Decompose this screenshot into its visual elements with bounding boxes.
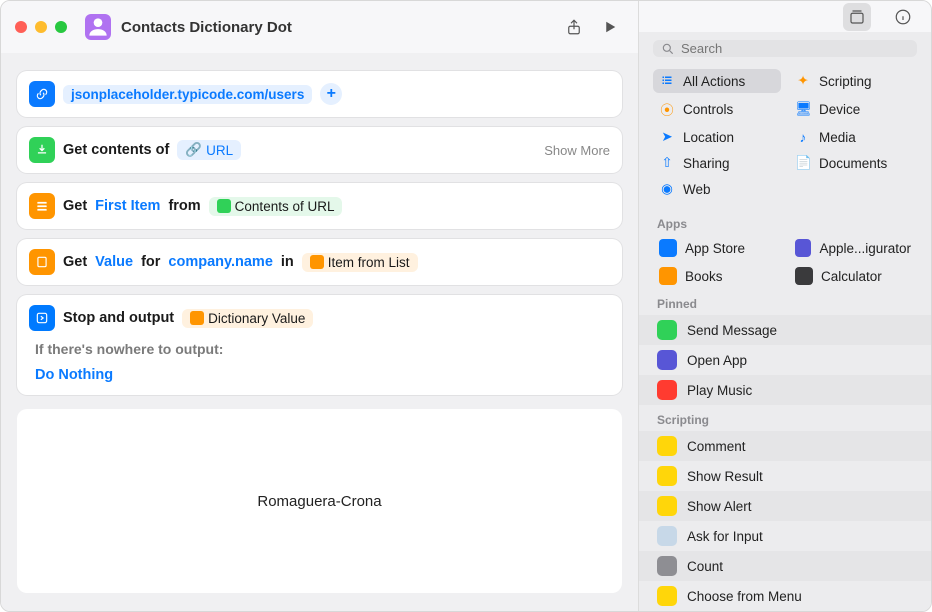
window-controls — [15, 21, 67, 33]
download-icon — [29, 137, 55, 163]
app-app-store[interactable]: App Store — [653, 235, 781, 261]
action-icon — [657, 380, 677, 400]
scripting-item-count[interactable]: Count — [639, 551, 931, 581]
scripting-item-ask-for-input[interactable]: Ask for Input — [639, 521, 931, 551]
get-item-source-token[interactable]: Contents of URL — [209, 197, 343, 216]
scripting-item-comment[interactable]: Comment — [639, 431, 931, 461]
info-button[interactable] — [889, 3, 917, 31]
get-value-key[interactable]: company.name — [168, 254, 273, 270]
action-icon — [657, 526, 677, 546]
shortcut-title: Contacts Dictionary Dot — [121, 19, 292, 36]
url-field[interactable]: jsonplaceholder.typicode.com/users — [63, 85, 312, 104]
workflow-canvas: jsonplaceholder.typicode.com/users + Get… — [1, 53, 638, 611]
action-icon — [657, 436, 677, 456]
get-contents-action-card[interactable]: Get contents of 🔗 URL Show More — [17, 127, 622, 173]
scripting-item-show-result[interactable]: Show Result — [639, 461, 931, 491]
scripting-item-choose-from-menu[interactable]: Choose from Menu — [639, 581, 931, 611]
wand-icon: ✦ — [795, 73, 811, 89]
app-books[interactable]: Books — [653, 263, 781, 289]
output-icon — [29, 305, 55, 331]
pinned-section-header: Pinned — [639, 289, 931, 315]
action-icon — [657, 466, 677, 486]
stop-output-action-card[interactable]: Stop and output Dictionary Value If ther… — [17, 295, 622, 395]
get-value-source-token[interactable]: Item from List — [302, 253, 418, 272]
app-icon — [659, 267, 677, 285]
category-documents[interactable]: 📄Documents — [789, 151, 917, 175]
get-item-action-card[interactable]: Get First Item from Contents of URL — [17, 183, 622, 229]
apps-section-header: Apps — [639, 209, 931, 235]
app-apple-igurator[interactable]: Apple...igurator — [789, 235, 917, 261]
get-value-get: Get — [63, 254, 87, 270]
pinned-item-play-music[interactable]: Play Music — [639, 375, 931, 405]
close-window-button[interactable] — [15, 21, 27, 33]
get-contents-token[interactable]: 🔗 URL — [177, 140, 241, 160]
share-icon: ⇧ — [659, 155, 675, 171]
app-icon — [795, 239, 811, 257]
shortcut-app-icon — [85, 14, 111, 40]
category-media[interactable]: ♪Media — [789, 125, 917, 149]
get-item-from: from — [168, 198, 200, 214]
show-more-button[interactable]: Show More — [544, 143, 610, 158]
switch-icon: ⦿ — [659, 99, 675, 119]
doc-icon: 📄 — [795, 155, 811, 171]
get-value-value[interactable]: Value — [95, 254, 133, 270]
globe-icon: ◉ — [659, 181, 675, 197]
desktop-icon: 🖥 — [795, 101, 811, 117]
action-icon — [657, 556, 677, 576]
search-input[interactable] — [681, 41, 909, 56]
list-icon — [659, 74, 675, 89]
run-button[interactable] — [596, 13, 624, 41]
actions-sidebar: All Actions✦Scripting⦿Controls🖥Device➤Lo… — [638, 1, 931, 611]
action-icon — [657, 350, 677, 370]
action-icon — [657, 320, 677, 340]
pinned-item-send-message[interactable]: Send Message — [639, 315, 931, 345]
titlebar: Contacts Dictionary Dot — [1, 1, 638, 53]
scripting-item-show-alert[interactable]: Show Alert — [639, 491, 931, 521]
get-value-in: in — [281, 254, 294, 270]
app-icon — [659, 239, 677, 257]
get-value-for: for — [141, 254, 160, 270]
category-sharing[interactable]: ⇧Sharing — [653, 151, 781, 175]
link-icon — [29, 81, 55, 107]
search-field[interactable] — [653, 40, 917, 57]
url-action-card[interactable]: jsonplaceholder.typicode.com/users + — [17, 71, 622, 117]
category-scripting[interactable]: ✦Scripting — [789, 69, 917, 93]
category-web[interactable]: ◉Web — [653, 177, 781, 201]
stop-output-label: Stop and output — [63, 310, 174, 326]
list-item-icon — [29, 193, 55, 219]
library-button[interactable] — [843, 3, 871, 31]
category-controls[interactable]: ⦿Controls — [653, 95, 781, 123]
share-button[interactable] — [560, 13, 588, 41]
get-contents-label: Get contents of — [63, 142, 169, 158]
action-icon — [657, 586, 677, 606]
music-icon: ♪ — [795, 130, 811, 145]
minimize-window-button[interactable] — [35, 21, 47, 33]
stop-output-token[interactable]: Dictionary Value — [182, 309, 313, 328]
add-url-button[interactable]: + — [320, 83, 342, 105]
category-all-actions[interactable]: All Actions — [653, 69, 781, 93]
app-icon — [795, 267, 813, 285]
dictionary-icon — [29, 249, 55, 275]
arrow-icon: ➤ — [659, 129, 675, 145]
search-icon — [661, 42, 675, 56]
category-location[interactable]: ➤Location — [653, 125, 781, 149]
get-value-action-card[interactable]: Get Value for company.name in Item from … — [17, 239, 622, 285]
get-item-get: Get — [63, 198, 87, 214]
stop-output-if-text: If there's nowhere to output: — [29, 337, 225, 359]
app-calculator[interactable]: Calculator — [789, 263, 917, 289]
output-result-panel: Romaguera-Crona — [17, 409, 622, 593]
zoom-window-button[interactable] — [55, 21, 67, 33]
scripting-section-header: Scripting — [639, 405, 931, 431]
action-icon — [657, 496, 677, 516]
stop-output-do-nothing[interactable]: Do Nothing — [29, 365, 119, 385]
pinned-item-open-app[interactable]: Open App — [639, 345, 931, 375]
get-item-selector[interactable]: First Item — [95, 198, 160, 214]
output-result-text: Romaguera-Crona — [257, 493, 381, 510]
category-device[interactable]: 🖥Device — [789, 95, 917, 123]
